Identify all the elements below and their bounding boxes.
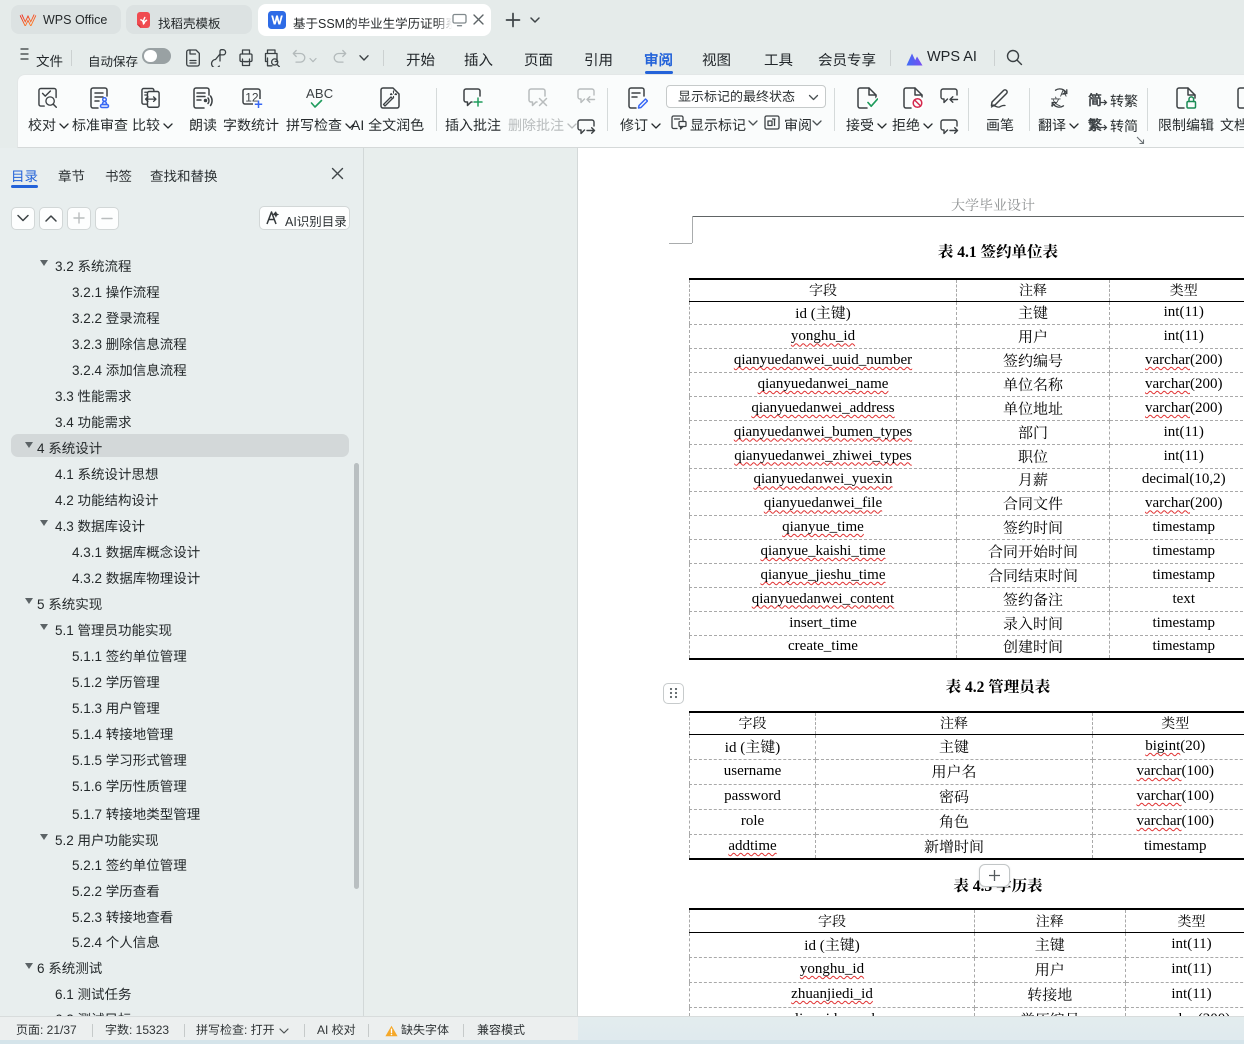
svg-text:文: 文 bbox=[1051, 95, 1062, 110]
svg-text:12: 12 bbox=[245, 91, 259, 105]
svg-text:A: A bbox=[1060, 89, 1067, 100]
